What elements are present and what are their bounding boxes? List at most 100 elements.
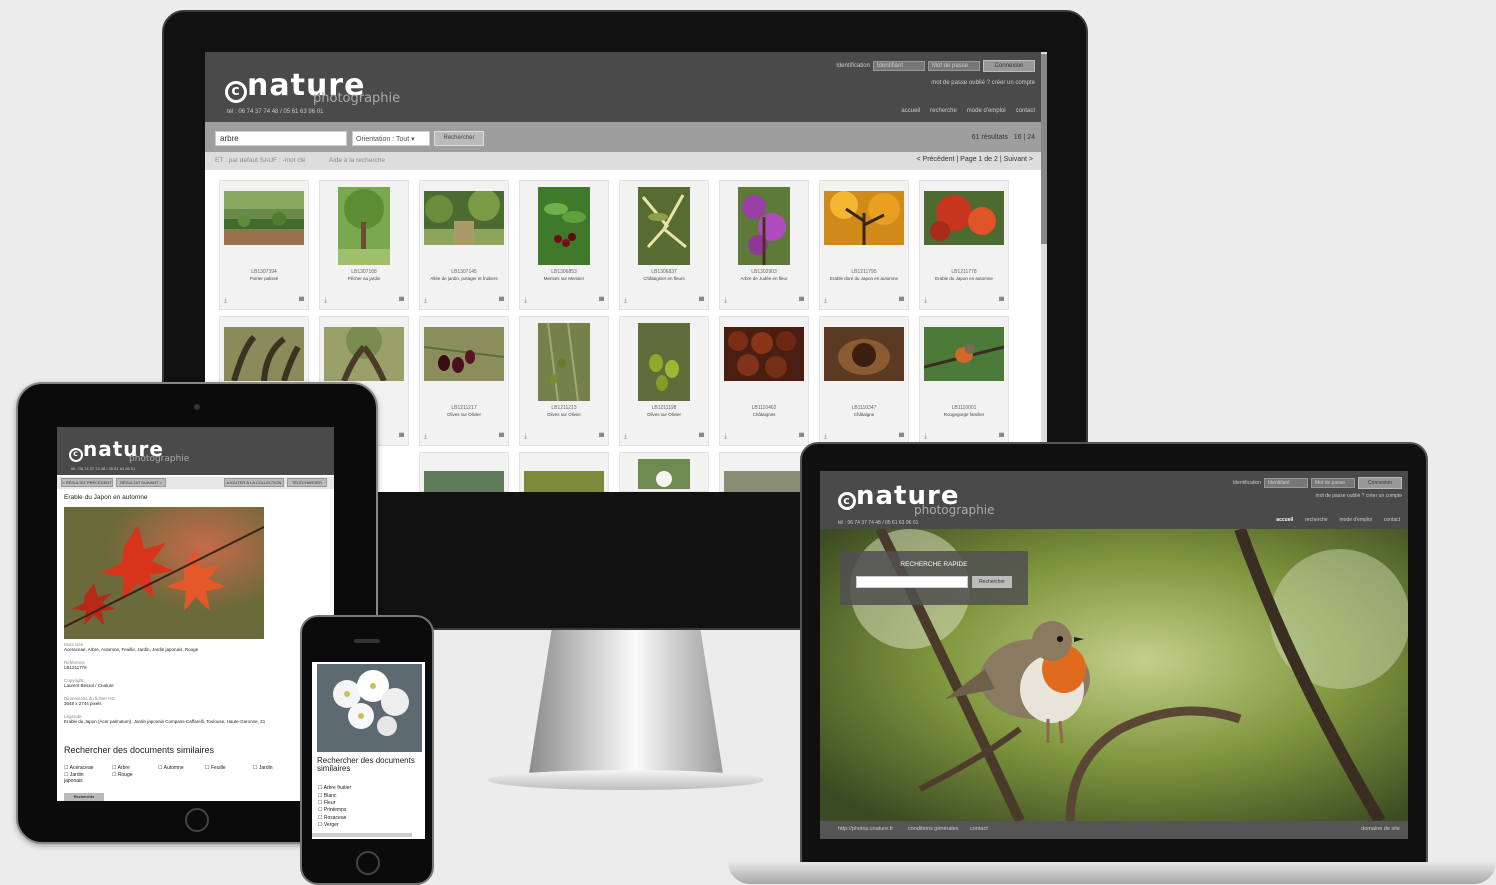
result-card[interactable]: LB1211198 Olives sur Olivier ⤓ ▀ <box>619 316 709 446</box>
cart-icon[interactable]: ▀ <box>299 298 304 305</box>
download-icon[interactable]: ⤓ <box>824 297 827 305</box>
search-button[interactable]: Rechercher <box>434 131 484 146</box>
thumbnail-judas-tree[interactable] <box>738 187 790 265</box>
download-icon[interactable]: ⤓ <box>624 297 627 305</box>
thumbnail-olive-grove[interactable] <box>324 327 404 381</box>
keyword-checkbox[interactable]: ☐ Feuille <box>205 765 226 771</box>
main-photo[interactable] <box>64 507 264 639</box>
thumbnail-golden-maple[interactable] <box>824 191 904 245</box>
keyword-checkbox[interactable]: ☐ Jardin <box>253 765 273 771</box>
connect-button[interactable]: Connexion <box>1358 477 1402 489</box>
download-icon[interactable]: ⤓ <box>424 297 427 305</box>
home-button[interactable] <box>356 851 380 875</box>
thumbnail-robin[interactable] <box>924 327 1004 381</box>
cart-icon[interactable]: ▀ <box>799 434 804 441</box>
cart-icon[interactable]: ▀ <box>599 434 604 441</box>
create-account-link[interactable]: créer un compte <box>992 80 1035 86</box>
result-card[interactable]: LB1110001 Rougegorge familier ⤓ ▀ <box>919 316 1009 446</box>
thumbnail-chestnut-flowers[interactable] <box>638 187 690 265</box>
cart-icon[interactable]: ▀ <box>999 298 1004 305</box>
keyword-checkbox[interactable]: ☐ Automne <box>158 765 184 771</box>
home-button[interactable] <box>185 808 209 832</box>
download-icon[interactable]: ⤓ <box>624 433 627 441</box>
cart-icon[interactable]: ▀ <box>499 434 504 441</box>
keyword-checkbox[interactable]: ☐ Fleur <box>318 800 335 806</box>
thumbnail-cherries[interactable] <box>538 187 590 265</box>
download-icon[interactable]: ⤓ <box>924 433 927 441</box>
thumbnail-peach-tree[interactable] <box>338 187 390 265</box>
download-icon[interactable]: ⤓ <box>924 297 927 305</box>
thumbnail-olive-trunk[interactable] <box>224 327 304 381</box>
thumbnail-garden-path[interactable] <box>424 191 504 245</box>
result-card[interactable]: LB1110347 Châtaigne ⤓ ▀ <box>819 316 909 446</box>
cart-icon[interactable]: ▀ <box>899 298 904 305</box>
nav-guide[interactable]: mode d'emploi <box>1340 517 1372 523</box>
forgot-password-link[interactable]: mot de passe oublié ? <box>931 80 990 86</box>
keyword-checkbox[interactable]: ☐ Aceraceae <box>64 765 94 771</box>
result-card[interactable] <box>519 452 609 492</box>
thumbnail-red-maple[interactable] <box>924 191 1004 245</box>
result-card[interactable]: LB1307168 Pêcher au jardin ⤓ ▀ <box>319 180 409 310</box>
add-to-collection-button[interactable]: AJOUTER À LA COLLECTION <box>224 478 284 487</box>
thumbnail-green-olives[interactable] <box>538 323 590 401</box>
download-icon[interactable]: ⤓ <box>824 433 827 441</box>
footer-terms-link[interactable]: conditions générales <box>908 826 958 832</box>
nav-search[interactable]: recherche <box>930 108 957 114</box>
keyword-checkbox[interactable]: ☐ Printemps <box>318 807 346 813</box>
thumbnail-chestnut-husk[interactable] <box>824 327 904 381</box>
keyword-checkbox[interactable]: ☐ Verger <box>318 822 339 828</box>
thumbnail-olives-branch[interactable] <box>638 323 690 401</box>
per-page-selector[interactable]: 16 | 24 <box>1014 134 1035 141</box>
download-icon[interactable]: ⤓ <box>724 433 727 441</box>
cart-icon[interactable]: ▀ <box>799 298 804 305</box>
footer-contact-link[interactable]: contact <box>970 826 988 832</box>
thumbnail-chestnuts[interactable] <box>724 327 804 381</box>
search-input[interactable]: arbre <box>215 131 347 146</box>
result-card[interactable]: LB1211778 Erable du Japon en automne ⤓ ▀ <box>919 180 1009 310</box>
next-result-button[interactable]: RÉSULTAT SUIVANT > <box>116 478 166 487</box>
cart-icon[interactable]: ▀ <box>699 434 704 441</box>
connect-button[interactable]: Connexion <box>983 60 1035 72</box>
footer-url-link[interactable]: http://photos.cnature.fr <box>838 826 893 832</box>
result-card[interactable] <box>419 452 509 492</box>
keyword-checkbox[interactable]: ☐ Jardin japonais <box>64 772 100 784</box>
result-card[interactable] <box>719 452 809 492</box>
download-button[interactable]: TÉLÉCHARGER <box>287 478 327 487</box>
result-card[interactable] <box>619 452 709 492</box>
result-card[interactable]: LB1211217 Olives sur Olivier ⤓ ▀ <box>419 316 509 446</box>
nav-home[interactable]: accueil <box>1276 517 1293 523</box>
cart-icon[interactable]: ▀ <box>699 298 704 305</box>
main-photo[interactable] <box>317 664 422 752</box>
result-card[interactable]: LB1110462 Châtaignes ⤓ ▀ <box>719 316 809 446</box>
thumbnail-black-olives[interactable] <box>424 327 504 381</box>
nav-contact[interactable]: contact <box>1016 108 1035 114</box>
identifier-input[interactable]: Identifiant <box>1264 478 1308 488</box>
quick-search-button[interactable]: Rechercher <box>972 576 1012 588</box>
identifier-input[interactable]: Identifiant <box>873 61 925 71</box>
cart-icon[interactable]: ▀ <box>899 434 904 441</box>
horizontal-scrollbar[interactable] <box>312 833 412 837</box>
keyword-checkbox[interactable]: ☐ Arbre <box>112 765 130 771</box>
keyword-checkbox[interactable]: ☐ Arbre fruitier <box>318 785 351 791</box>
scrollbar[interactable] <box>1041 52 1047 492</box>
nav-guide[interactable]: mode d'emploi <box>967 108 1006 114</box>
download-icon[interactable]: ⤓ <box>324 297 327 305</box>
orientation-select[interactable]: Orientation : Tout ▾ <box>352 131 430 146</box>
cart-icon[interactable]: ▀ <box>399 298 404 305</box>
password-input[interactable]: Mot de passe <box>1311 478 1355 488</box>
password-input[interactable]: Mot de passe <box>928 61 980 71</box>
nav-search[interactable]: recherche <box>1305 517 1327 523</box>
download-icon[interactable]: ⤓ <box>424 433 427 441</box>
result-card[interactable]: LB1307145 Allée de jardin, potager et fr… <box>419 180 509 310</box>
keyword-checkbox[interactable]: ☐ Blanc <box>318 793 336 799</box>
keyword-checkbox[interactable]: ☐ Rouge <box>112 772 133 778</box>
download-icon[interactable]: ⤓ <box>724 297 727 305</box>
forgot-password-link[interactable]: mot de passe oublié ? <box>1316 493 1365 499</box>
download-icon[interactable]: ⤓ <box>224 297 227 305</box>
create-account-link[interactable]: créer un compte <box>1366 493 1402 499</box>
cart-icon[interactable]: ▀ <box>499 298 504 305</box>
search-help-link[interactable]: Aide à la recherche <box>329 157 385 164</box>
result-card[interactable]: LB1306853 Merises sur Merisier ⤓ ▀ <box>519 180 609 310</box>
keyword-checkbox[interactable]: ☐ Rosaceae <box>318 815 346 821</box>
cart-icon[interactable]: ▀ <box>599 298 604 305</box>
